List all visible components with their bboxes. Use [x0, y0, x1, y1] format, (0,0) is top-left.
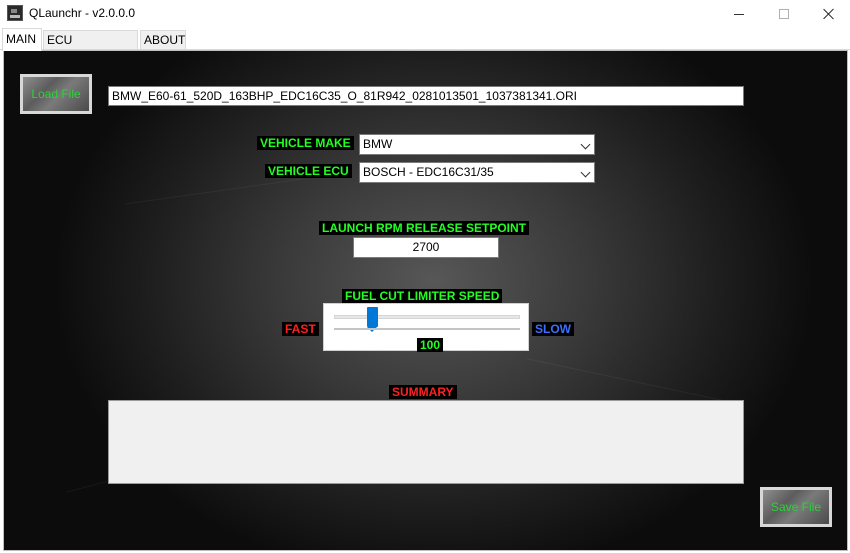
load-file-button[interactable]: Load File: [20, 74, 92, 114]
title-bar: QLaunchr - v2.0.0.0: [0, 0, 850, 28]
summary-label: SUMMARY: [389, 385, 457, 399]
chevron-down-icon: [580, 167, 591, 178]
maximize-button[interactable]: [761, 0, 807, 28]
file-name-field[interactable]: BMW_E60-61_520D_163BHP_EDC16C35_O_81R942…: [108, 86, 744, 106]
main-panel: Load File BMW_E60-61_520D_163BHP_EDC16C3…: [3, 50, 848, 551]
slider-thumb[interactable]: [367, 307, 378, 332]
fuel-cut-value: 100: [417, 338, 444, 352]
slow-label: SLOW: [532, 322, 574, 336]
tab-strip: MAIN ECU COVERAGE ABOUT: [0, 28, 850, 65]
fuel-cut-label: FUEL CUT LIMITER SPEED: [342, 289, 503, 303]
maximize-icon: [779, 9, 789, 19]
rpm-setpoint-input[interactable]: 2700: [353, 237, 499, 258]
slider-ticks: [334, 328, 520, 330]
window-title: QLaunchr - v2.0.0.0: [29, 6, 136, 20]
vehicle-make-label: VEHICLE MAKE: [257, 136, 354, 150]
vehicle-make-value: BMW: [363, 137, 393, 151]
summary-textbox[interactable]: [108, 400, 744, 484]
minimize-button[interactable]: [716, 0, 762, 28]
slider-track[interactable]: [334, 315, 520, 319]
tab-ecu-coverage[interactable]: ECU COVERAGE: [43, 30, 138, 65]
fast-label: FAST: [282, 322, 319, 336]
close-button[interactable]: [806, 0, 850, 28]
minimize-icon: [734, 13, 744, 15]
vehicle-ecu-select[interactable]: BOSCH - EDC16C31/35: [359, 162, 595, 183]
save-file-button[interactable]: Save File: [760, 487, 832, 527]
chevron-down-icon: [580, 139, 591, 150]
vehicle-ecu-value: BOSCH - EDC16C31/35: [363, 165, 494, 179]
app-logo-icon: [7, 5, 23, 21]
tab-main[interactable]: MAIN: [2, 28, 42, 51]
close-icon: [823, 8, 835, 20]
rpm-setpoint-label: LAUNCH RPM RELEASE SETPOINT: [319, 221, 530, 235]
tab-about[interactable]: ABOUT: [140, 30, 186, 50]
vehicle-ecu-label: VEHICLE ECU: [265, 164, 352, 178]
vehicle-make-select[interactable]: BMW: [359, 134, 595, 155]
background-texture: [124, 178, 304, 205]
background-texture: [526, 358, 742, 405]
